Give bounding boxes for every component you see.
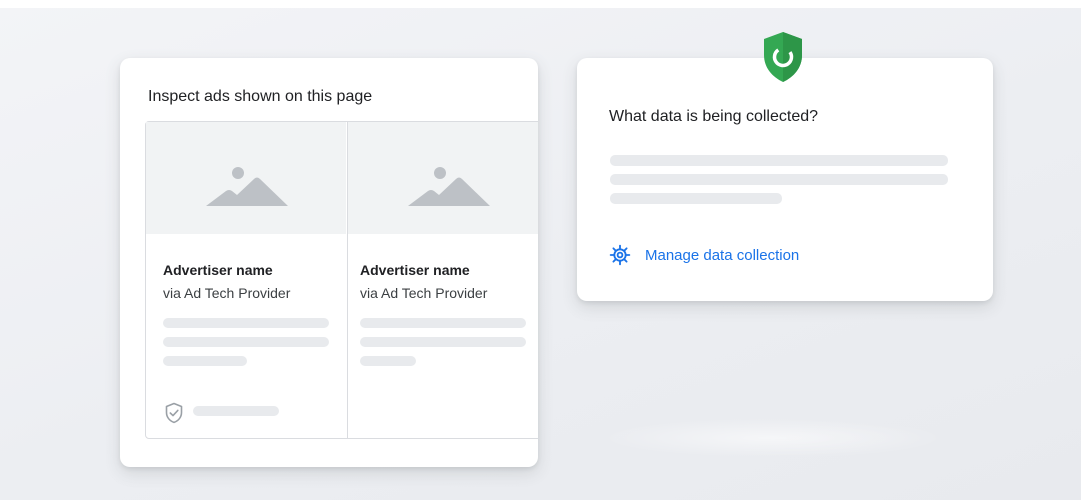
ad-tech-provider: via Ad Tech Provider [360,285,488,301]
text-placeholder-line [193,406,279,416]
ad-card-1[interactable]: Advertiser name via Ad Tech Provider [146,122,346,438]
manage-data-collection-link[interactable]: Manage data collection [609,244,799,266]
ads-inspection-card: Inspect ads shown on this page Advertise… [120,58,538,467]
image-placeholder-icon [408,167,490,206]
ads-carousel[interactable]: Advertiser name via Ad Tech Provider Adv… [145,121,538,439]
advertiser-name: Advertiser name [163,262,273,278]
text-placeholder-line [163,356,247,366]
ad-image [146,122,346,234]
ad-tech-provider: via Ad Tech Provider [163,285,291,301]
decorative-glow [600,418,945,458]
ad-card-2[interactable]: Advertiser name via Ad Tech Provider [347,122,538,438]
text-placeholder-line [163,337,329,347]
text-placeholder-line [610,193,782,204]
data-card-title: What data is being collected? [609,108,819,125]
advertiser-name: Advertiser name [360,262,470,278]
text-placeholder-line [360,337,526,347]
text-placeholder-line [610,155,948,166]
text-placeholder-line [610,174,948,185]
gear-icon [609,244,631,266]
shield-check-icon [164,402,184,429]
green-shield-icon [761,30,805,89]
ad-image [348,122,538,234]
image-placeholder-icon [206,167,288,206]
ads-card-title: Inspect ads shown on this page [148,88,373,105]
text-placeholder-line [360,356,416,366]
text-placeholder-line [163,318,329,328]
manage-link-label: Manage data collection [645,246,800,264]
data-collection-card: What data is being collected? Manage dat… [577,58,993,301]
text-placeholder-line [360,318,526,328]
top-band [0,0,1081,8]
